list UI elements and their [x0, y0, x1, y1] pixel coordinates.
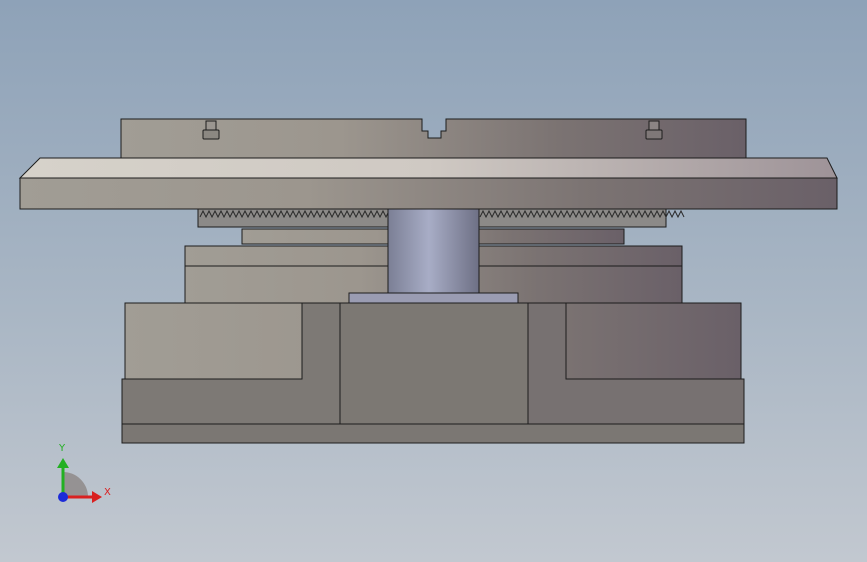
bolt-head-left-cap [205, 120, 217, 131]
base-foot[interactable] [121, 423, 745, 444]
y-axis-arrow [57, 458, 69, 468]
base-block[interactable] [121, 302, 745, 425]
x-axis-arrow [92, 491, 102, 503]
cad-model-view[interactable] [0, 0, 867, 562]
x-axis-label: X [104, 487, 111, 498]
y-axis-label: Y [59, 443, 66, 454]
upper-table[interactable] [18, 157, 838, 210]
bolt-head-left [202, 129, 220, 140]
graphics-viewport[interactable]: Y X [0, 0, 867, 562]
bolt-head-right-cap [648, 120, 660, 131]
bolt-head-right [645, 129, 663, 140]
z-axis-dot [58, 492, 68, 502]
top-plate[interactable] [120, 118, 747, 159]
triad-quadrant [63, 472, 88, 497]
reference-triad [57, 458, 102, 503]
